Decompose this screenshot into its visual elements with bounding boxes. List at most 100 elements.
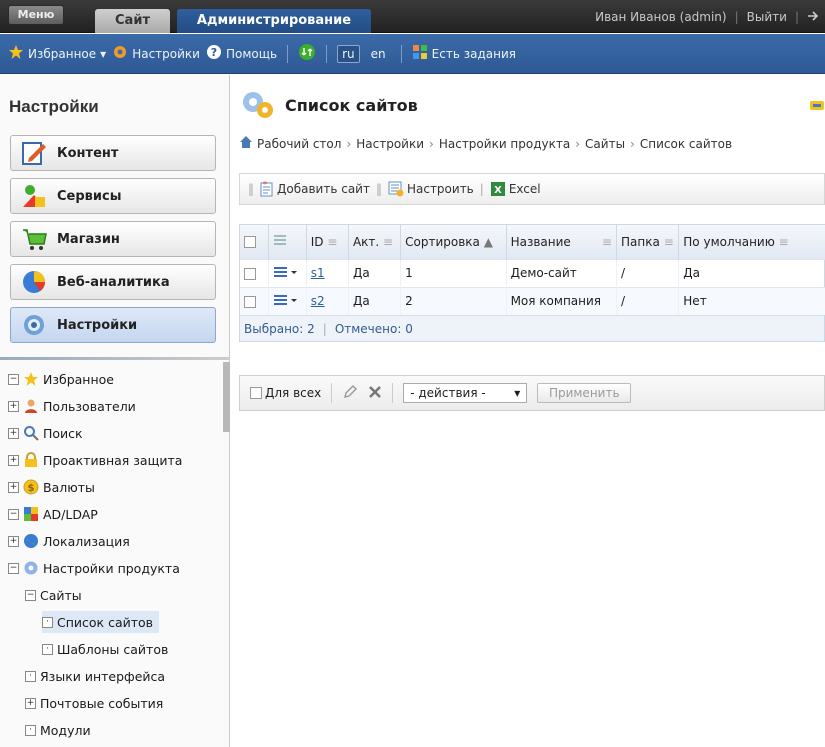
column-header-default[interactable]: По умолчанию ≡ xyxy=(678,225,825,259)
cell-name: Моя компания xyxy=(506,286,618,315)
row-menu-cell[interactable] xyxy=(268,258,307,287)
panel-divider[interactable] xyxy=(0,357,230,360)
expand-toggle[interactable]: + xyxy=(8,427,19,439)
separator xyxy=(392,383,394,403)
logout-link[interactable]: Выйти xyxy=(747,10,787,24)
site-id-link[interactable]: s1 xyxy=(311,266,325,280)
breadcrumb-item[interactable]: Настройки продукта xyxy=(439,137,570,151)
collapse-toggle[interactable]: − xyxy=(8,508,19,520)
tree-item-site-templates[interactable]: · Шаблоны сайтов xyxy=(42,638,168,660)
row-checkbox[interactable] xyxy=(244,295,256,308)
tree-item-languages[interactable]: · Языки интерфейса xyxy=(25,665,165,687)
column-header-folder[interactable]: Папка ≡ xyxy=(616,225,680,259)
tree-item-ldap[interactable]: − AD/LDAP xyxy=(8,503,98,525)
row-menu-icon[interactable] xyxy=(273,266,297,282)
column-header-name[interactable]: Название ≡ xyxy=(506,225,618,259)
column-header-active[interactable]: Акт. ≡ xyxy=(348,225,402,259)
column-label: По умолчанию xyxy=(683,234,775,249)
tree-item-sites[interactable]: − Сайты xyxy=(25,584,82,606)
help-link[interactable]: ? Помощь xyxy=(206,44,277,63)
row-checkbox[interactable] xyxy=(244,267,256,280)
actions-column-header[interactable] xyxy=(268,225,307,259)
help-icon: ? xyxy=(206,44,222,63)
column-menu-icon[interactable]: ≡ xyxy=(383,235,393,249)
tree-item-modules[interactable]: · Модули xyxy=(25,719,91,741)
menu-button[interactable]: Меню xyxy=(8,5,64,25)
column-menu-icon[interactable]: ≡ xyxy=(602,235,612,249)
edit-icon[interactable] xyxy=(342,384,358,403)
configure-button[interactable]: Настроить xyxy=(388,181,474,197)
link-icon[interactable] xyxy=(809,97,825,116)
site-id-link[interactable]: s2 xyxy=(311,294,325,308)
add-document-icon: * xyxy=(260,181,273,197)
separator: | xyxy=(794,10,799,24)
tree-item-favorites[interactable]: − Избранное xyxy=(8,368,114,390)
table-footer: Выбрано: 2 | Отмечено: 0 xyxy=(240,315,824,341)
column-menu-icon[interactable]: ≡ xyxy=(327,235,337,249)
delete-icon[interactable] xyxy=(368,385,382,402)
update-icon[interactable] xyxy=(298,43,316,64)
collapse-toggle[interactable]: − xyxy=(8,373,19,385)
category-services[interactable]: Сервисы xyxy=(10,178,216,214)
category-settings[interactable]: Настройки xyxy=(10,307,216,343)
expand-toggle[interactable]: + xyxy=(8,400,19,412)
tree-item-product-settings[interactable]: − Настройки продукта xyxy=(8,557,180,579)
cell-id[interactable]: s1 xyxy=(306,258,349,287)
column-menu-icon[interactable]: ≡ xyxy=(779,235,789,249)
excel-button[interactable]: X Excel xyxy=(490,181,541,197)
tab-site[interactable]: Сайт xyxy=(95,9,170,33)
collapse-toggle[interactable]: − xyxy=(25,589,36,601)
panel-resize-handle[interactable] xyxy=(223,362,230,432)
tree-item-proactive[interactable]: + Проактивная защита xyxy=(8,449,182,471)
for-all-checkbox[interactable] xyxy=(250,387,262,399)
pin-icon[interactable] xyxy=(807,10,821,25)
tree-item-users[interactable]: + Пользователи xyxy=(8,395,136,417)
column-label: Акт. xyxy=(352,234,380,249)
category-analytics[interactable]: Веб-аналитика xyxy=(10,264,216,300)
row-menu-icon[interactable] xyxy=(273,294,297,310)
expand-toggle[interactable]: + xyxy=(25,697,36,709)
favorites-menu[interactable]: Избранное ▾ xyxy=(8,44,106,63)
tree-item-site-list[interactable]: · Список сайтов xyxy=(42,611,160,633)
cell-id[interactable]: s2 xyxy=(306,286,349,315)
add-site-button[interactable]: * Добавить сайт xyxy=(260,181,370,197)
lang-ru-button[interactable]: ru xyxy=(337,44,360,63)
row-menu-cell[interactable] xyxy=(268,286,307,315)
expand-toggle[interactable]: + xyxy=(8,454,19,466)
actions-select[interactable]: - действия - ▾ xyxy=(403,383,528,403)
select-all-checkbox[interactable] xyxy=(244,236,256,249)
apply-button[interactable]: Применить xyxy=(537,383,632,403)
select-all-header[interactable] xyxy=(240,225,269,259)
breadcrumb-item[interactable]: Настройки xyxy=(356,137,424,151)
row-checkbox-cell[interactable] xyxy=(240,286,269,315)
expand-toggle[interactable]: + xyxy=(8,535,19,547)
user-name-link[interactable]: Иван Иванов (admin) xyxy=(595,10,727,24)
configure-label: Настроить xyxy=(406,182,474,196)
column-header-sort[interactable]: Сортировка ▲ xyxy=(400,225,507,259)
table-row[interactable]: s1 Да 1 Демо-сайт / Да xyxy=(240,258,825,287)
lang-en-button[interactable]: en xyxy=(366,45,391,63)
excel-icon: X xyxy=(490,182,505,196)
breadcrumb-item[interactable]: Рабочий стол xyxy=(257,137,341,151)
tree-item-mail-events[interactable]: + Почтовые события xyxy=(25,692,163,714)
tab-admin[interactable]: Администрирование xyxy=(177,9,371,33)
column-header-id[interactable]: ID ≡ xyxy=(306,225,349,259)
tree-item-search[interactable]: + Поиск xyxy=(8,422,83,444)
breadcrumb-item[interactable]: Сайты xyxy=(585,137,625,151)
tree-label: Сайты xyxy=(40,587,82,603)
content-icon xyxy=(22,142,46,165)
tree-item-localization[interactable]: + Локализация xyxy=(8,530,130,552)
column-menu-icon[interactable]: ≡ xyxy=(664,235,674,249)
expand-toggle[interactable]: + xyxy=(8,481,19,493)
for-all-toggle[interactable]: Для всех xyxy=(250,386,321,400)
category-shop[interactable]: Магазин xyxy=(10,221,216,257)
settings-link[interactable]: Настройки xyxy=(112,44,200,63)
lock-icon xyxy=(25,452,37,467)
collapse-toggle[interactable]: − xyxy=(8,562,19,574)
svg-text:*: * xyxy=(263,181,267,189)
table-row[interactable]: s2 Да 2 Моя компания / Нет xyxy=(240,286,825,315)
row-checkbox-cell[interactable] xyxy=(240,258,269,287)
tasks-link[interactable]: Есть задания xyxy=(412,44,516,63)
tree-item-currencies[interactable]: + $ Валюты xyxy=(8,476,95,498)
category-content[interactable]: Контент xyxy=(10,135,216,171)
